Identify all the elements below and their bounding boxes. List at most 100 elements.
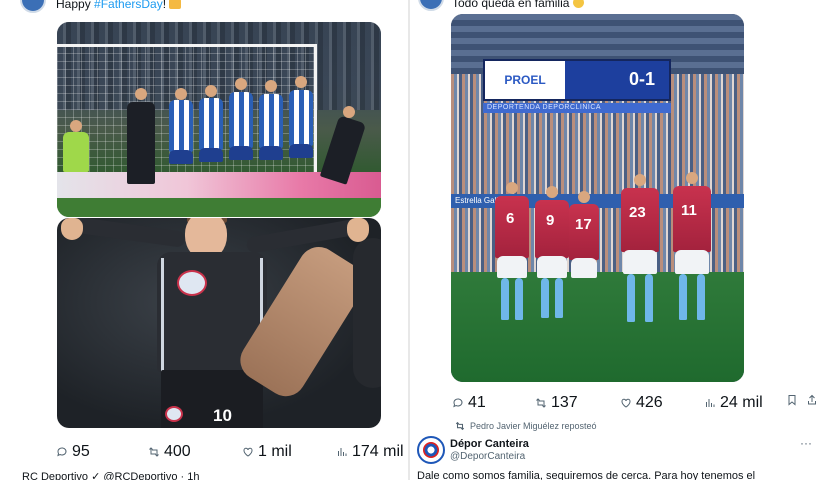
goalkeeper bbox=[63, 132, 89, 172]
author-avatar[interactable] bbox=[20, 0, 46, 13]
views-chart-icon bbox=[706, 399, 715, 407]
tweet-photo-free-kick[interactable] bbox=[57, 22, 381, 217]
like-count: 1 mil bbox=[258, 443, 292, 460]
player-head bbox=[295, 76, 307, 88]
player-sock bbox=[501, 278, 509, 320]
player-head bbox=[343, 106, 355, 118]
jersey-number: 17 bbox=[575, 216, 592, 233]
foreground-player bbox=[353, 238, 381, 388]
player-head bbox=[506, 182, 518, 194]
share-icon bbox=[808, 394, 816, 405]
emoji-icon bbox=[572, 0, 584, 8]
player-shorts bbox=[623, 250, 657, 274]
jersey-number: 23 bbox=[629, 204, 646, 221]
repost-icon bbox=[455, 421, 465, 431]
tweet-photo-team-celebration[interactable]: PROEL 0-1 DEPORTENDA DEPORCLINICA Estrel… bbox=[451, 14, 744, 382]
player-sock bbox=[627, 274, 635, 322]
player-shorts bbox=[571, 258, 597, 278]
repost-button[interactable]: 400 bbox=[148, 443, 191, 461]
reply-button[interactable]: 95 bbox=[56, 443, 90, 461]
scoreboard-brand: PROEL bbox=[485, 61, 565, 99]
celta-player bbox=[535, 200, 569, 258]
tweet-text-body: Todo queda en familia bbox=[452, 0, 570, 10]
reply-count: 41 bbox=[468, 394, 486, 411]
repost-button[interactable]: 137 bbox=[535, 394, 578, 412]
shirt-stripe bbox=[161, 258, 164, 372]
jersey-number: 9 bbox=[546, 212, 555, 229]
repost-notice-text: Pedro Javier Miguélez reposteó bbox=[470, 421, 597, 431]
bookmark-button[interactable] bbox=[786, 394, 798, 406]
outstretched-arm-left bbox=[65, 218, 187, 248]
gift-emoji-icon bbox=[169, 0, 182, 9]
views-chart-icon bbox=[338, 448, 347, 456]
player-head bbox=[265, 80, 277, 92]
hashtag-link[interactable]: #FathersDay bbox=[94, 0, 163, 11]
celta-player bbox=[495, 196, 529, 258]
bookmark-icon bbox=[788, 395, 796, 406]
like-button[interactable]: 426 bbox=[620, 394, 663, 412]
player-shorts bbox=[199, 148, 223, 162]
player-head bbox=[546, 186, 558, 198]
player-sock bbox=[679, 274, 687, 320]
player-head bbox=[205, 85, 217, 97]
repost-count: 137 bbox=[551, 394, 578, 411]
left-tweet-column: Happy #FathersDay! 10 95 400 1 mil 174 m… bbox=[0, 0, 408, 480]
repost-count: 400 bbox=[164, 443, 191, 460]
player-shorts bbox=[289, 144, 313, 158]
repost-icon bbox=[536, 398, 546, 408]
player-sock bbox=[555, 278, 563, 318]
wall-player bbox=[289, 90, 313, 146]
reply-icon bbox=[57, 447, 67, 457]
tweet-text: Happy #FathersDay! bbox=[56, 0, 182, 11]
scoreboard-score: 0-1 bbox=[628, 69, 655, 89]
shorts-crest bbox=[165, 406, 183, 422]
club-crest bbox=[177, 270, 207, 296]
player-head bbox=[135, 88, 147, 100]
share-button[interactable] bbox=[806, 394, 818, 406]
repost-notice[interactable]: Pedro Javier Miguélez reposteó bbox=[455, 421, 597, 431]
heart-icon bbox=[621, 398, 631, 408]
views-count: 24 mil bbox=[720, 394, 763, 411]
wall-player bbox=[169, 100, 193, 152]
player-head bbox=[686, 172, 698, 184]
wall-player bbox=[199, 98, 223, 150]
stadium-scoreboard: PROEL 0-1 bbox=[483, 59, 671, 101]
wall-player bbox=[259, 94, 283, 148]
reply-count: 95 bbox=[72, 443, 90, 460]
next-tweet-header[interactable]: RC Deportivo ✓ @RCDeportivo · 1h bbox=[22, 470, 200, 480]
tweet-text-suffix: ! bbox=[162, 0, 167, 11]
column-divider bbox=[408, 0, 410, 480]
player-head bbox=[70, 120, 82, 132]
player-shorts bbox=[169, 150, 193, 164]
views-button[interactable]: 24 mil bbox=[704, 394, 763, 412]
attacking-player bbox=[127, 102, 155, 184]
player-shorts bbox=[675, 250, 709, 274]
celta-player bbox=[673, 186, 711, 252]
player-head bbox=[578, 191, 590, 203]
tweet-photo-celebration[interactable]: 10 bbox=[57, 218, 381, 428]
shorts-number: 10 bbox=[213, 406, 232, 425]
player-head bbox=[634, 174, 646, 186]
player-shorts bbox=[537, 256, 567, 278]
author-avatar[interactable] bbox=[417, 436, 445, 464]
views-count: 174 mil bbox=[352, 443, 404, 460]
views-button[interactable]: 174 mil bbox=[336, 443, 404, 461]
reply-icon bbox=[453, 398, 463, 408]
player-head bbox=[175, 88, 187, 100]
reply-button[interactable]: 41 bbox=[452, 394, 486, 412]
player-shorts bbox=[497, 256, 527, 278]
player-sock bbox=[541, 278, 549, 318]
hand bbox=[61, 218, 83, 240]
tweet-text: Todo queda en familia bbox=[452, 0, 584, 10]
scoreboard-subtitle: DEPORTENDA DEPORCLINICA bbox=[483, 103, 671, 113]
player-shorts bbox=[259, 146, 283, 160]
repost-icon bbox=[149, 447, 159, 457]
like-button[interactable]: 1 mil bbox=[242, 443, 292, 461]
author-name[interactable]: Dépor Canteira bbox=[450, 438, 529, 450]
jersey-number: 11 bbox=[681, 202, 697, 219]
author-handle[interactable]: @DeporCanteira bbox=[450, 451, 525, 462]
pitch bbox=[57, 198, 381, 217]
more-options-icon[interactable]: ··· bbox=[800, 436, 812, 450]
like-count: 426 bbox=[636, 394, 663, 411]
player-sock bbox=[645, 274, 653, 322]
